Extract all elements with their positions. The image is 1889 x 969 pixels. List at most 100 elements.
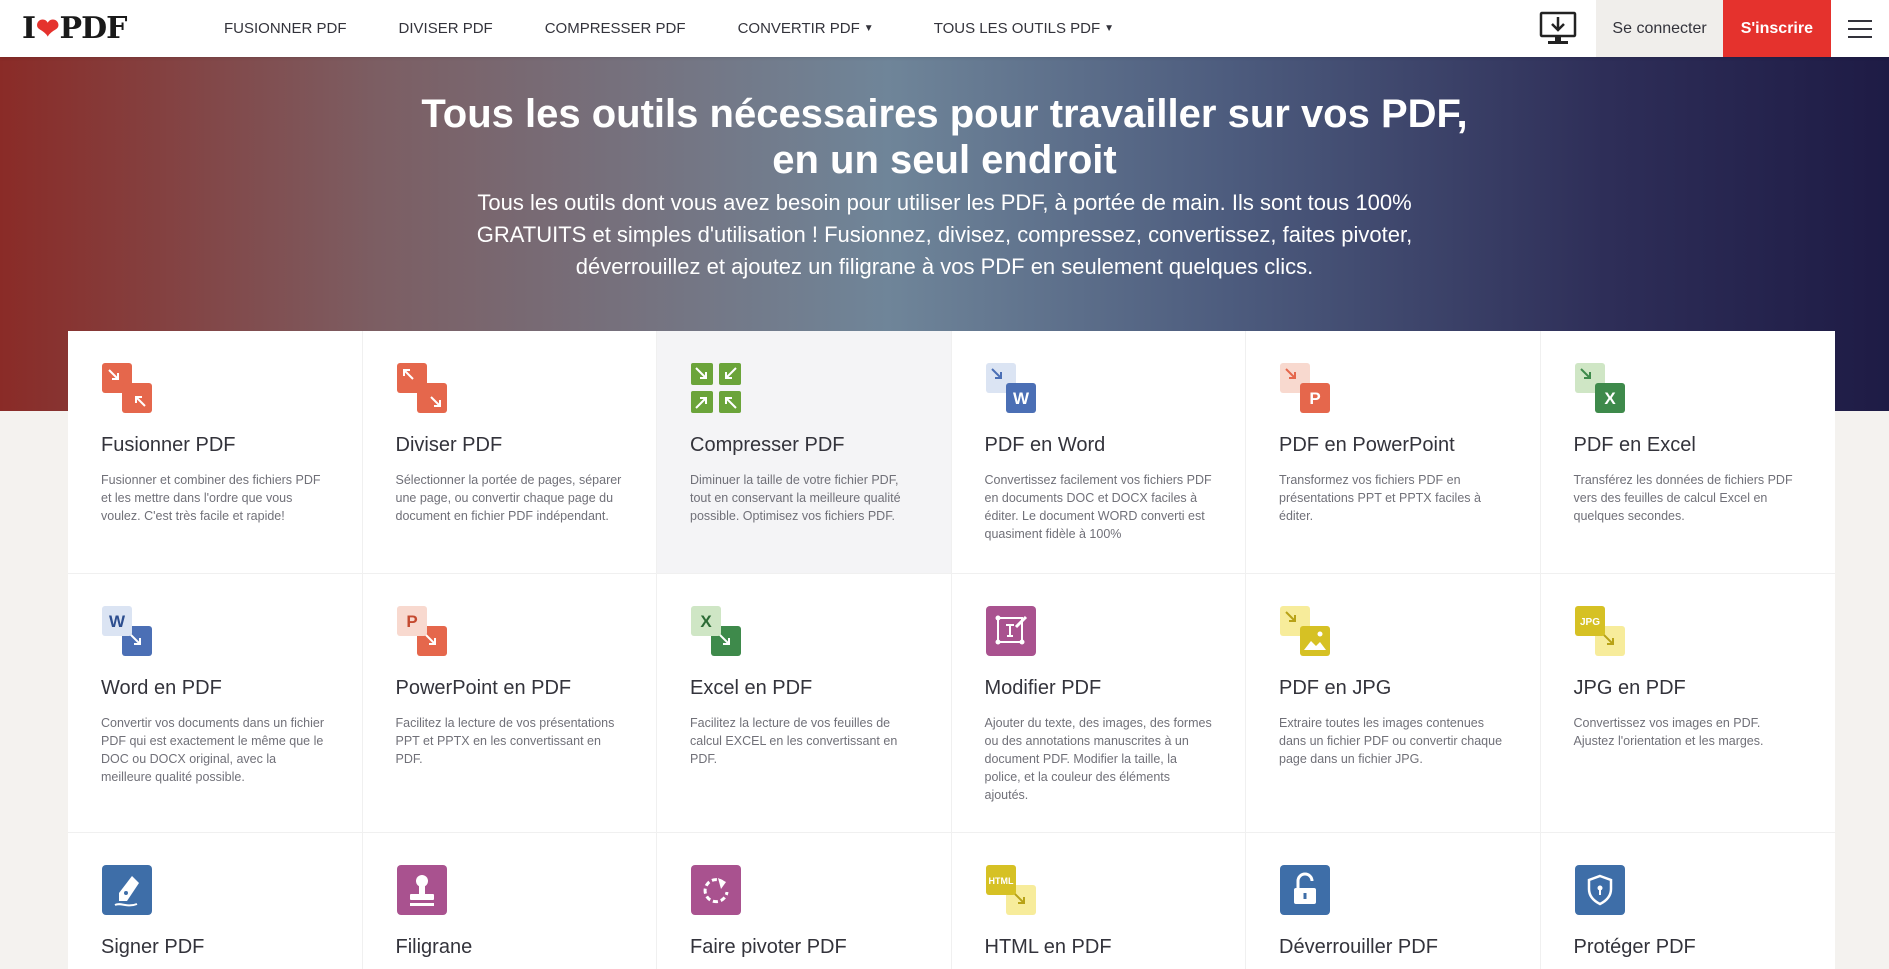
login-label: Se connecter [1612,19,1707,37]
pdf-to-powerpoint-icon: P [1280,363,1330,413]
nav-all-tools[interactable]: TOUS LES OUTILS PDF ▼ [934,20,1114,37]
tool-title: PDF en JPG [1279,677,1392,699]
tool-title: Modifier PDF [984,677,1102,699]
tool-card-protect-pdf[interactable]: Protéger PDF [1541,833,1836,969]
svg-text:P: P [1309,389,1320,408]
tool-card-pdf-to-excel[interactable]: X PDF en Excel Transférez les données de… [1540,331,1835,574]
split-icon [396,363,447,413]
svg-text:JPG: JPG [1579,617,1599,628]
tool-card-sign-pdf[interactable]: Signer PDF [68,833,363,969]
tool-card-pdf-to-powerpoint[interactable]: P PDF en PowerPoint Transformez vos fich… [1246,331,1541,574]
tool-card-watermark[interactable]: Filigrane [363,833,657,969]
tool-description: Sélectionner la portée de pages, séparer… [395,473,622,523]
signup-button[interactable]: S'inscrire [1722,0,1831,57]
unlock-pdf-icon [1280,865,1330,915]
pdf-to-excel-icon: X [1574,363,1625,413]
svg-text:P: P [406,612,417,631]
merge-icon [102,363,152,413]
tool-card-word-to-pdf[interactable]: W Word en PDF Convertir vos documents da… [68,574,363,833]
tool-card-merge[interactable]: Fusionner PDF Fusionner et combiner des … [68,331,363,574]
svg-text:X: X [1604,389,1616,408]
pdf-to-word-icon: W [985,363,1036,413]
tool-card-html-to-pdf[interactable]: HTML HTML en PDF [952,833,1246,969]
tool-title: Diviser PDF [395,434,503,456]
caret-down-icon: ▼ [863,23,874,34]
nav-merge-pdf[interactable]: FUSIONNER PDF [224,20,347,37]
nav-convert-pdf[interactable]: CONVERTIR PDF ▼ [738,20,874,37]
nav-all-tools-label: TOUS LES OUTILS PDF [933,20,1101,37]
header-actions: Se connecter S'inscrire [1538,0,1889,57]
excel-to-pdf-icon: X [691,606,741,656]
nav-split-label: DIVISER PDF [398,20,493,37]
tool-description: Transférez les données de fichiers PDF v… [1573,473,1793,523]
tool-description: Fusionner et combiner des fichiers PDF e… [101,473,321,523]
tool-title: JPG en PDF [1573,677,1686,699]
jpg-to-pdf-icon: JPG [1574,606,1625,656]
tool-description: Extraire toutes les images contenues dan… [1279,716,1503,766]
hero-subtitle: Tous les outils dont vous avez besoin po… [476,190,1413,279]
svg-text:HTML: HTML [988,876,1013,886]
tool-card-split[interactable]: Diviser PDF Sélectionner la portée de pa… [362,331,657,574]
tool-title: Signer PDF [101,936,205,958]
tool-description: Diminuer la taille de votre fichier PDF,… [690,473,901,523]
tool-title: Fusionner PDF [101,434,236,456]
nav-compress-pdf[interactable]: COMPRESSER PDF [545,20,686,37]
heart-icon: ❤ [36,12,59,45]
tool-card-rotate-pdf[interactable]: Faire pivoter PDF [657,833,952,969]
tool-title: Excel en PDF [690,677,813,699]
hero-title-line2: en un seul endroit [772,138,1117,182]
svg-text:W: W [109,612,126,631]
logo-text-pdf: PDF [59,11,128,46]
tool-title: Compresser PDF [690,434,845,456]
login-button[interactable]: Se connecter [1596,0,1723,57]
hero-title: Tous les outils nécessaires pour travail… [0,91,1889,183]
main-nav: FUSIONNER PDF DIVISER PDF COMPRESSER PDF… [224,20,1166,37]
tool-card-excel-to-pdf[interactable]: X Excel en PDF Facilitez la lecture de v… [657,574,952,833]
tool-title: Déverrouiller PDF [1279,936,1438,958]
tool-card-compress[interactable]: Compresser PDF Diminuer la taille de vot… [657,331,952,574]
html-to-pdf-icon: HTML [985,865,1036,915]
tool-description: Ajouter du texte, des images, des formes… [984,716,1212,802]
nav-compress-label: COMPRESSER PDF [544,20,686,37]
protect-pdf-icon [1574,865,1625,915]
logo-text-i: I [22,11,36,46]
hero-title-line1: Tous les outils nécessaires pour travail… [421,92,1468,136]
ilovepdf-logo[interactable]: I ❤ PDF [22,11,182,46]
tool-card-powerpoint-to-pdf[interactable]: P PowerPoint en PDF Facilitez la lecture… [362,574,657,833]
tool-title: Filigrane [395,936,473,958]
tool-card-jpg-to-pdf[interactable]: JPG JPG en PDF Convertissez vos images e… [1540,574,1835,833]
hamburger-menu-icon[interactable] [1831,0,1889,57]
compress-icon [691,363,741,413]
tool-card-pdf-to-jpg[interactable]: PDF en JPG Extraire toutes les images co… [1246,574,1541,833]
tool-description: Convertir vos documents dans un fichier … [101,716,325,784]
edit-pdf-icon [985,606,1036,656]
svg-text:W: W [1012,389,1029,408]
tool-title: PDF en Word [984,434,1106,456]
tool-card-pdf-to-word[interactable]: W PDF en Word Convertissez facilement vo… [951,331,1246,574]
sign-pdf-icon [102,865,152,915]
tool-title: HTML en PDF [984,936,1112,958]
tool-title: PDF en Excel [1573,434,1696,456]
tool-description: Facilitez la lecture de vos feuilles de … [690,716,898,766]
caret-down-icon: ▼ [1104,23,1115,34]
tool-card-edit-pdf[interactable]: Modifier PDF Ajouter du texte, des image… [951,574,1246,833]
nav-split-pdf[interactable]: DIVISER PDF [399,20,493,37]
powerpoint-to-pdf-icon: P [396,606,447,656]
pdf-to-jpg-icon [1280,606,1330,656]
tool-title: PDF en PowerPoint [1279,434,1455,456]
watermark-icon [396,865,447,915]
svg-text:X: X [700,612,712,631]
tools-grid: Fusionner PDF Fusionner et combiner des … [68,331,1835,969]
nav-convert-label: CONVERTIR PDF [737,20,860,37]
tool-title: PowerPoint en PDF [395,677,572,699]
tool-card-unlock-pdf[interactable]: Déverrouiller PDF [1246,833,1541,969]
signup-label: S'inscrire [1740,19,1813,37]
tool-description: Convertissez facilement vos fichiers PDF… [984,473,1212,541]
tool-description: Convertissez vos images en PDF. Ajustez … [1573,716,1764,748]
tool-title: Protéger PDF [1573,936,1696,958]
word-to-pdf-icon: W [102,606,152,656]
top-navbar: I ❤ PDF FUSIONNER PDF DIVISER PDF COMPRESS… [0,0,1889,57]
tool-title: Faire pivoter PDF [690,936,847,958]
tool-title: Word en PDF [101,677,222,699]
desktop-download-icon[interactable] [1538,11,1578,47]
